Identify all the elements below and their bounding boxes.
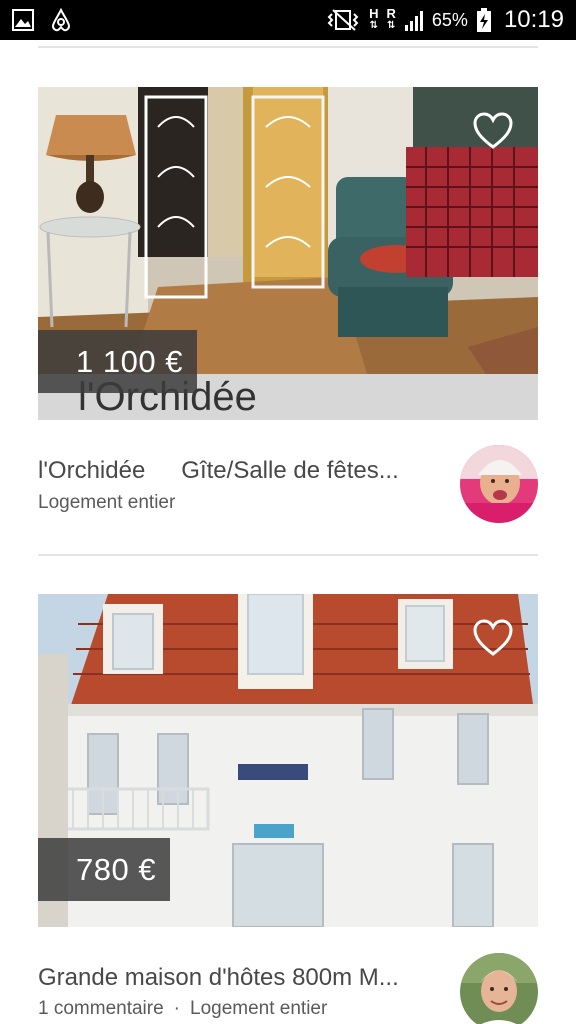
listing-title-name: l'Orchidée [38,457,146,484]
clock: 10:19 [503,6,564,33]
network-h-icon: H ⇅ [369,6,379,31]
review-count: 1 commentaire [38,998,164,1019]
heart-outline-icon[interactable] [472,111,514,151]
listing-subtitle: 1 commentaire · Logement entier [38,998,327,1020]
avatar-image [460,953,538,1024]
gallery-icon [12,9,34,31]
status-bar: H ⇅ R ⇅ 65% 10:19 [0,0,576,40]
status-bar-right: H ⇅ R ⇅ 65% 10:19 [325,6,564,34]
signal-icon [404,8,424,32]
network-r-icon: R ⇅ [386,6,396,31]
listing-feed[interactable]: l'Orchidée 1 100 € l'Orchidée Gîte/Salle … [0,40,576,1024]
listing-info[interactable]: Grande maison d'hôtes 800m M... 1 commen… [38,927,538,1024]
airbnb-icon [48,7,74,33]
battery-percent: 65% [431,9,468,30]
host-avatar[interactable] [460,445,538,523]
listing-photo[interactable]: 780 € [38,594,538,927]
listing-info[interactable]: l'Orchidée Gîte/Salle de fêtes... Logemen… [38,420,538,555]
listing-title[interactable]: l'Orchidée Gîte/Salle de fêtes... [38,457,448,485]
battery-charging-icon [476,7,492,33]
listing-title[interactable]: Grande maison d'hôtes 800m M... [38,964,448,992]
status-bar-left [12,7,74,33]
separator-dot: · [173,998,180,1019]
price-tag: 1 100 € [38,330,197,393]
listing-card[interactable]: 780 € Grande maison d'hôtes 800m M... 1 … [38,594,538,1024]
divider [38,46,538,48]
listing-card[interactable]: l'Orchidée 1 100 € l'Orchidée Gîte/Salle … [38,87,538,555]
listing-title-rest: Gîte/Salle de fêtes... [181,457,399,484]
avatar-image [460,445,538,523]
listing-subtitle: Logement entier [38,492,176,513]
heart-outline-icon[interactable] [472,618,514,658]
price-tag: 780 € [38,838,171,901]
network-h-label: H [369,6,379,21]
host-avatar[interactable] [460,953,538,1024]
network-r-label: R [386,6,396,21]
vibrate-icon [325,8,361,32]
listing-type: Logement entier [190,998,328,1019]
divider [38,554,538,556]
listing-photo[interactable]: l'Orchidée 1 100 € [38,87,538,420]
